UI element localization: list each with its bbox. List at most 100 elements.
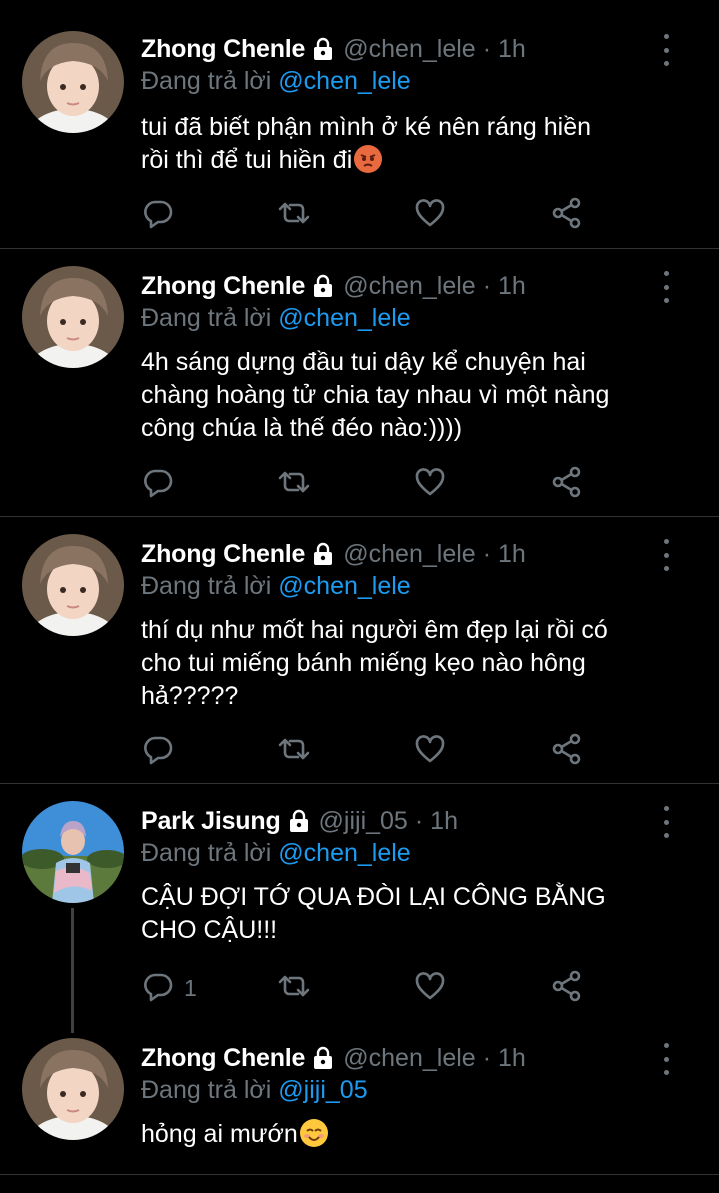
replying-to: Đang trả lời @jiji_05 — [141, 1076, 368, 1105]
tweet-text: CẬU ĐỢI TỚ QUA ĐÒI LẠI CÔNG BẰNG CHO CẬU… — [141, 881, 686, 947]
more-vertical-icon[interactable] — [656, 1043, 676, 1075]
separator-dot: · — [482, 1043, 492, 1072]
timestamp[interactable]: 1h — [430, 807, 458, 836]
like-icon — [412, 731, 448, 772]
retweet-button[interactable] — [274, 466, 314, 502]
replying-to-handle[interactable]: @chen_lele — [278, 67, 410, 95]
tweet-text-line: chàng hoàng tử chia tay nhau vì một nàng — [141, 381, 610, 409]
lock-icon — [287, 809, 311, 833]
avatar[interactable] — [22, 266, 124, 368]
tweet[interactable]: Zhong Chenle @chen_lele · 1h Đang trả lờ… — [0, 0, 719, 248]
reply-count: 1 — [184, 974, 197, 1001]
more-vertical-icon[interactable] — [656, 806, 676, 838]
replying-to-handle[interactable]: @chen_lele — [278, 839, 410, 867]
display-name[interactable]: Zhong Chenle — [141, 1044, 305, 1073]
share-button[interactable] — [549, 970, 585, 1006]
user-handle[interactable]: @chen_lele — [343, 540, 475, 569]
tweet-text: 4h sáng dựng đầu tui dậy kể chuyện hai c… — [141, 346, 686, 445]
share-button[interactable] — [549, 197, 585, 233]
tweet[interactable]: Park Jisung @jiji_05 · 1h Đang trả lời @… — [0, 784, 719, 1034]
tweet-text-line: CẬU ĐỢI TỚ QUA ĐÒI LẠI CÔNG BẰNG — [141, 883, 606, 911]
share-button[interactable] — [549, 733, 585, 769]
timestamp[interactable]: 1h — [498, 540, 526, 569]
user-handle[interactable]: @chen_lele — [343, 1044, 475, 1073]
more-vertical-icon[interactable] — [656, 271, 676, 303]
more-vertical-icon[interactable] — [656, 34, 676, 66]
tweet-actions — [140, 197, 600, 233]
share-icon — [549, 195, 585, 236]
lock-icon — [311, 542, 335, 566]
tweet-text-line: thí dụ như mốt hai người êm đẹp lại rồi … — [141, 616, 608, 644]
more-vertical-icon[interactable] — [656, 539, 676, 571]
reply-icon — [140, 731, 176, 772]
tweet-text-segment: hỏng ai mướn — [141, 1120, 298, 1148]
tweet-text-line: hả????? — [141, 682, 239, 710]
replying-to: Đang trả lời @chen_lele — [141, 839, 411, 868]
lock-icon — [311, 1046, 335, 1070]
retweet-icon — [274, 464, 314, 505]
replying-to-label: Đang trả lời — [141, 839, 272, 867]
user-handle[interactable]: @chen_lele — [343, 35, 475, 64]
timestamp[interactable]: 1h — [498, 1044, 526, 1073]
like-icon — [412, 464, 448, 505]
share-icon — [549, 968, 585, 1009]
tweet-text-line: công chúa là thế đéo nào:)))) — [141, 414, 463, 442]
like-button[interactable] — [412, 197, 448, 233]
separator-dot: · — [414, 806, 424, 835]
tweet-actions — [140, 466, 600, 502]
separator-dot: · — [482, 539, 492, 568]
replying-to-label: Đang trả lời — [141, 304, 272, 332]
replying-to-handle[interactable]: @chen_lele — [278, 304, 410, 332]
reply-icon — [140, 464, 176, 505]
tweet[interactable]: Zhong Chenle @chen_lele · 1h Đang trả lờ… — [0, 249, 719, 516]
avatar[interactable] — [22, 31, 124, 133]
tweet-header: Park Jisung @jiji_05 · 1h — [141, 803, 458, 839]
timestamp[interactable]: 1h — [498, 35, 526, 64]
like-button[interactable] — [412, 970, 448, 1006]
like-button[interactable] — [412, 733, 448, 769]
retweet-button[interactable] — [274, 197, 314, 233]
tweet-text: hỏng ai mướn — [141, 1118, 686, 1151]
display-name[interactable]: Park Jisung — [141, 807, 281, 836]
display-name[interactable]: Zhong Chenle — [141, 272, 305, 301]
replying-to-handle[interactable]: @chen_lele — [278, 572, 410, 600]
timestamp[interactable]: 1h — [498, 272, 526, 301]
like-icon — [412, 195, 448, 236]
tweet[interactable]: Zhong Chenle @chen_lele · 1h Đang trả lờ… — [0, 517, 719, 783]
smiling-face-emoji — [299, 1119, 328, 1147]
avatar[interactable] — [22, 801, 124, 903]
replying-to: Đang trả lời @chen_lele — [141, 304, 411, 333]
retweet-button[interactable] — [274, 970, 314, 1006]
like-button[interactable] — [412, 466, 448, 502]
replying-to-label: Đang trả lời — [141, 1076, 272, 1104]
like-icon — [412, 968, 448, 1009]
reply-button[interactable]: 1 — [140, 970, 197, 1006]
replying-to-handle[interactable]: @jiji_05 — [278, 1076, 367, 1104]
user-handle[interactable]: @chen_lele — [343, 272, 475, 301]
avatar[interactable] — [22, 1038, 124, 1140]
lock-icon — [311, 274, 335, 298]
reply-icon — [140, 195, 176, 236]
avatar[interactable] — [22, 534, 124, 636]
tweet-actions — [140, 733, 600, 769]
share-button[interactable] — [549, 466, 585, 502]
replying-to: Đang trả lời @chen_lele — [141, 67, 411, 96]
tweet-text: thí dụ như mốt hai người êm đẹp lại rồi … — [141, 614, 686, 713]
tweet-text-line: rồi thì để tui hiền đi — [141, 144, 686, 177]
retweet-button[interactable] — [274, 733, 314, 769]
tweet-text-line: cho tui miếng bánh miếng kẹo nào hông — [141, 649, 586, 677]
display-name[interactable]: Zhong Chenle — [141, 540, 305, 569]
display-name[interactable]: Zhong Chenle — [141, 35, 305, 64]
retweet-icon — [274, 195, 314, 236]
user-handle[interactable]: @jiji_05 — [319, 807, 408, 836]
replying-to-label: Đang trả lời — [141, 67, 272, 95]
tweet-text-line: hỏng ai mướn — [141, 1118, 686, 1151]
tweet-header: Zhong Chenle @chen_lele · 1h — [141, 536, 526, 572]
tweet-actions: 1 — [140, 970, 600, 1006]
reply-button[interactable] — [140, 197, 184, 233]
reply-button[interactable] — [140, 466, 184, 502]
tweet[interactable]: Zhong Chenle @chen_lele · 1h Đang trả lờ… — [0, 1034, 719, 1174]
reply-button[interactable] — [140, 733, 184, 769]
tweet-text: tui đã biết phận mình ở ké nên ráng hiền… — [141, 111, 686, 177]
retweet-icon — [274, 968, 314, 1009]
